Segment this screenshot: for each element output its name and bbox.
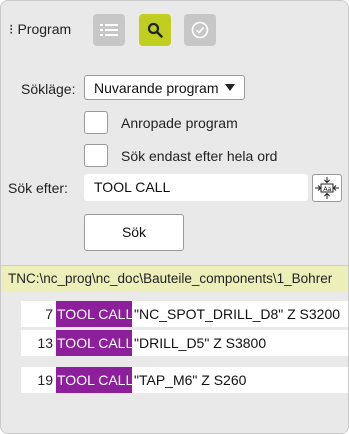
whole-words-checkbox[interactable] [84,144,108,167]
result-text: "TAP_M6" Z S260 [134,372,247,388]
result-match-highlight: TOOL CALL [56,367,133,393]
keyboard-button[interactable]: Aa [312,174,342,202]
list-view-button[interactable] [93,14,125,46]
check-circle-icon [191,21,209,39]
search-mode-dropdown[interactable]: Nuvarande program [84,75,245,100]
keyboard-icon: Aa [315,177,339,199]
file-path: TNC:\nc_prog\nc_doc\Bauteile_components\… [8,271,333,286]
search-for-label: Sök efter: [8,180,68,196]
search-mode-value: Nuvarande program [94,80,219,96]
search-input[interactable]: TOOL CALL [84,174,308,201]
result-match-highlight: TOOL CALL [56,301,133,327]
result-text: "DRILL_D5" Z S3800 [134,335,267,351]
whole-words-label[interactable]: Sök endast efter hela ord [121,148,277,164]
result-row[interactable]: 19 TOOL CALL "TAP_M6" Z S260 [21,367,348,393]
menu-dots-icon[interactable]: ⁝ [9,21,13,37]
search-button[interactable]: Sök [84,214,184,251]
search-tab-button[interactable] [139,14,171,46]
called-programs-label[interactable]: Anropade program [121,115,238,131]
result-line-number: 7 [45,306,53,322]
search-mode-label: Sökläge: [21,81,76,97]
result-match-highlight: TOOL CALL [56,330,133,356]
result-row[interactable]: 13 TOOL CALL "DRILL_D5" Z S3800 [21,330,348,356]
result-row[interactable]: 7 TOOL CALL "NC_SPOT_DRILL_D8" Z S3200 [21,301,348,327]
result-line-number: 13 [37,335,53,351]
results-list: 7 TOOL CALL "NC_SPOT_DRILL_D8" Z S3200 1… [1,292,348,433]
dropdown-arrow-icon [225,84,235,91]
list-icon [100,24,118,36]
program-search-panel: ⁝ Program Sökläge: Nuvarande program Anr… [0,0,349,434]
result-line-number: 19 [37,372,53,388]
search-input-value: TOOL CALL [94,179,171,195]
result-text: "NC_SPOT_DRILL_D8" Z S3200 [134,306,341,322]
panel-title[interactable]: ⁝ Program [9,21,71,38]
search-icon [147,22,163,38]
file-path-bar: TNC:\nc_prog\nc_doc\Bauteile_components\… [1,265,348,292]
toolbar: ⁝ Program [1,1,348,58]
svg-text:Aa: Aa [323,185,331,193]
check-tab-button[interactable] [184,14,216,46]
panel-title-label: Program [17,21,72,37]
called-programs-checkbox[interactable] [84,111,108,134]
